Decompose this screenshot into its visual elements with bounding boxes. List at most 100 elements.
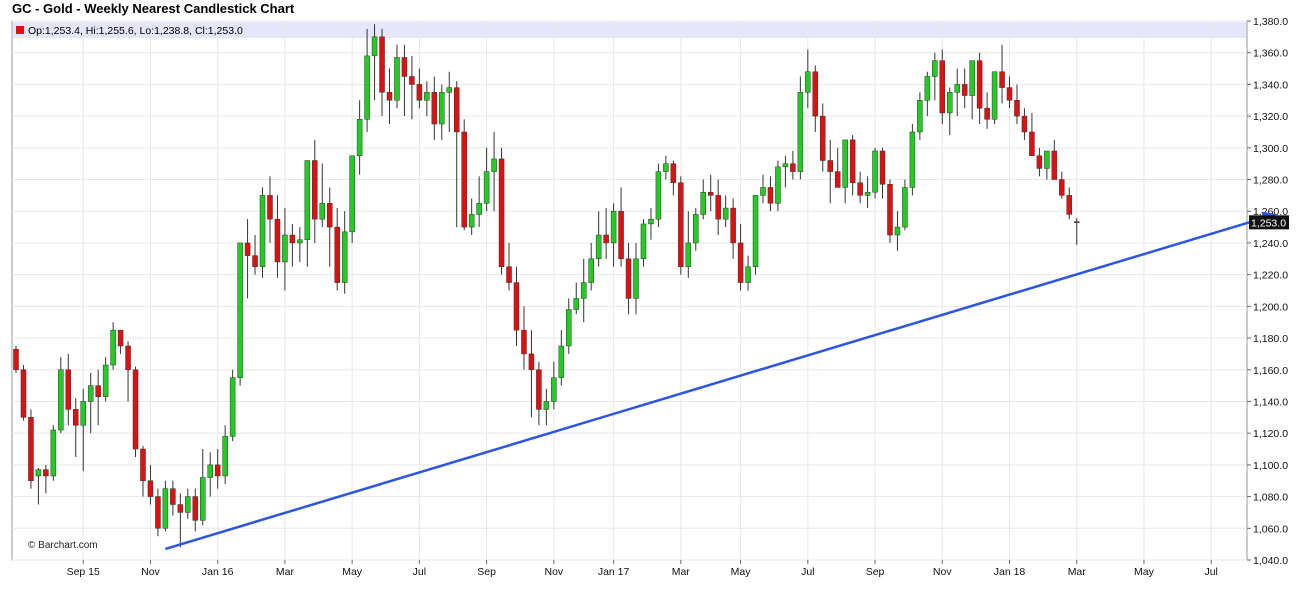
candle-body [1059,179,1065,196]
candle-body [670,163,677,183]
candle-body [976,60,983,109]
candle-body [693,214,699,244]
candle-body [513,282,520,331]
candle-body [349,155,355,233]
candle-body [364,55,370,120]
candle-body [229,377,236,437]
candle-body [588,258,594,283]
candle-body [20,369,27,418]
candle-body [625,258,632,299]
candle-body [521,329,527,355]
candle-body [476,203,482,215]
ohlc-legend-swatch [16,26,24,34]
candle-body [700,191,706,215]
candle-body [185,496,191,513]
x-tick-label: Mar [276,566,295,578]
copyright-credit: © Barchart.com [28,540,98,551]
candle-body [640,223,647,260]
candle-body [87,385,94,402]
y-tick-label: 1,320.0 [1253,111,1288,123]
candle-body [678,182,684,267]
candle-body [633,258,639,299]
candle-body [879,150,886,185]
x-tick-label: Nov [141,566,160,578]
candle-body [767,187,774,204]
candle-body [939,60,946,114]
candle-body [506,266,512,283]
candle-body [737,242,744,283]
candle-body [95,385,101,397]
candle-body [954,84,960,93]
candle-body [902,187,908,228]
candle-body [924,76,931,101]
candle-body [1006,87,1013,101]
candle-body [1036,155,1043,169]
candle-body [849,139,856,183]
y-tick-label: 1,080.0 [1253,492,1288,504]
candle-body [760,187,766,196]
candle-body [274,218,281,263]
candle-body [453,87,460,133]
candle-body [132,369,139,450]
y-tick-label: 1,340.0 [1253,79,1288,91]
x-tick-label: Jul [413,566,426,578]
x-tick-label: Sep 15 [67,566,100,578]
candle-body [745,266,751,283]
y-tick-label: 1,300.0 [1253,143,1288,155]
candle-body [439,92,445,125]
candle-body [827,160,833,172]
candle-body [446,87,453,93]
candle-body [319,203,326,220]
x-tick-label: Nov [544,566,563,578]
candle-body [984,107,990,120]
candle-body [13,348,19,371]
x-axis: Sep 15 Nov Jan 16 Mar May Jul Sep Nov Jan 17 Mar M… [67,560,1218,578]
candle-body [356,119,363,157]
candle-body [282,234,288,263]
y-tick-label: 1,380.0 [1253,16,1288,28]
y-tick-label: 1,220.0 [1253,270,1288,282]
candle-body [909,131,916,188]
y-tick-label: 1,040.0 [1253,555,1288,567]
candle-body [566,309,572,347]
y-tick-label: 1,160.0 [1253,365,1288,377]
candle-body [394,57,400,101]
candle-body [50,429,57,477]
candle-body [595,234,602,260]
candle-body [947,92,953,114]
candle-body [379,36,385,93]
candle-body [386,92,393,101]
candle-body [551,377,557,402]
candle-body [1029,131,1035,156]
x-tick-label: May [1134,566,1155,578]
x-tick-label: Jul [801,566,814,578]
x-tick-label: May [731,566,752,578]
candle-body [1073,221,1080,223]
candle-body [610,210,617,244]
candle-body [326,203,333,228]
candle-body [932,60,938,77]
candle-body [797,92,804,172]
candle-body [685,242,692,267]
candle-body [969,60,975,96]
candle-body [1014,100,1020,117]
candlestick-chart: 1,040.0 1,060.0 1,080.0 1,100.0 1,120.0 1,140… [11,16,1289,578]
candle-body [498,158,505,267]
candle-body [805,71,811,93]
candle-body [147,480,154,497]
candle-body [991,71,998,120]
last-price-label: 1,253.0 [1251,217,1286,229]
y-axis: 1,040.0 1,060.0 1,080.0 1,100.0 1,120.0 1,140… [1247,16,1288,567]
candle-body [461,131,467,228]
candle-body [192,496,199,521]
candle-body [894,226,901,236]
candle-body [222,436,228,477]
candle-body [80,401,86,426]
candle-body [65,369,72,410]
candle-body [752,195,759,267]
candle-body [214,464,221,477]
candle-body [483,171,490,204]
y-tick-label: 1,060.0 [1253,523,1288,535]
candle-body [117,329,124,347]
candle-body [917,100,923,133]
